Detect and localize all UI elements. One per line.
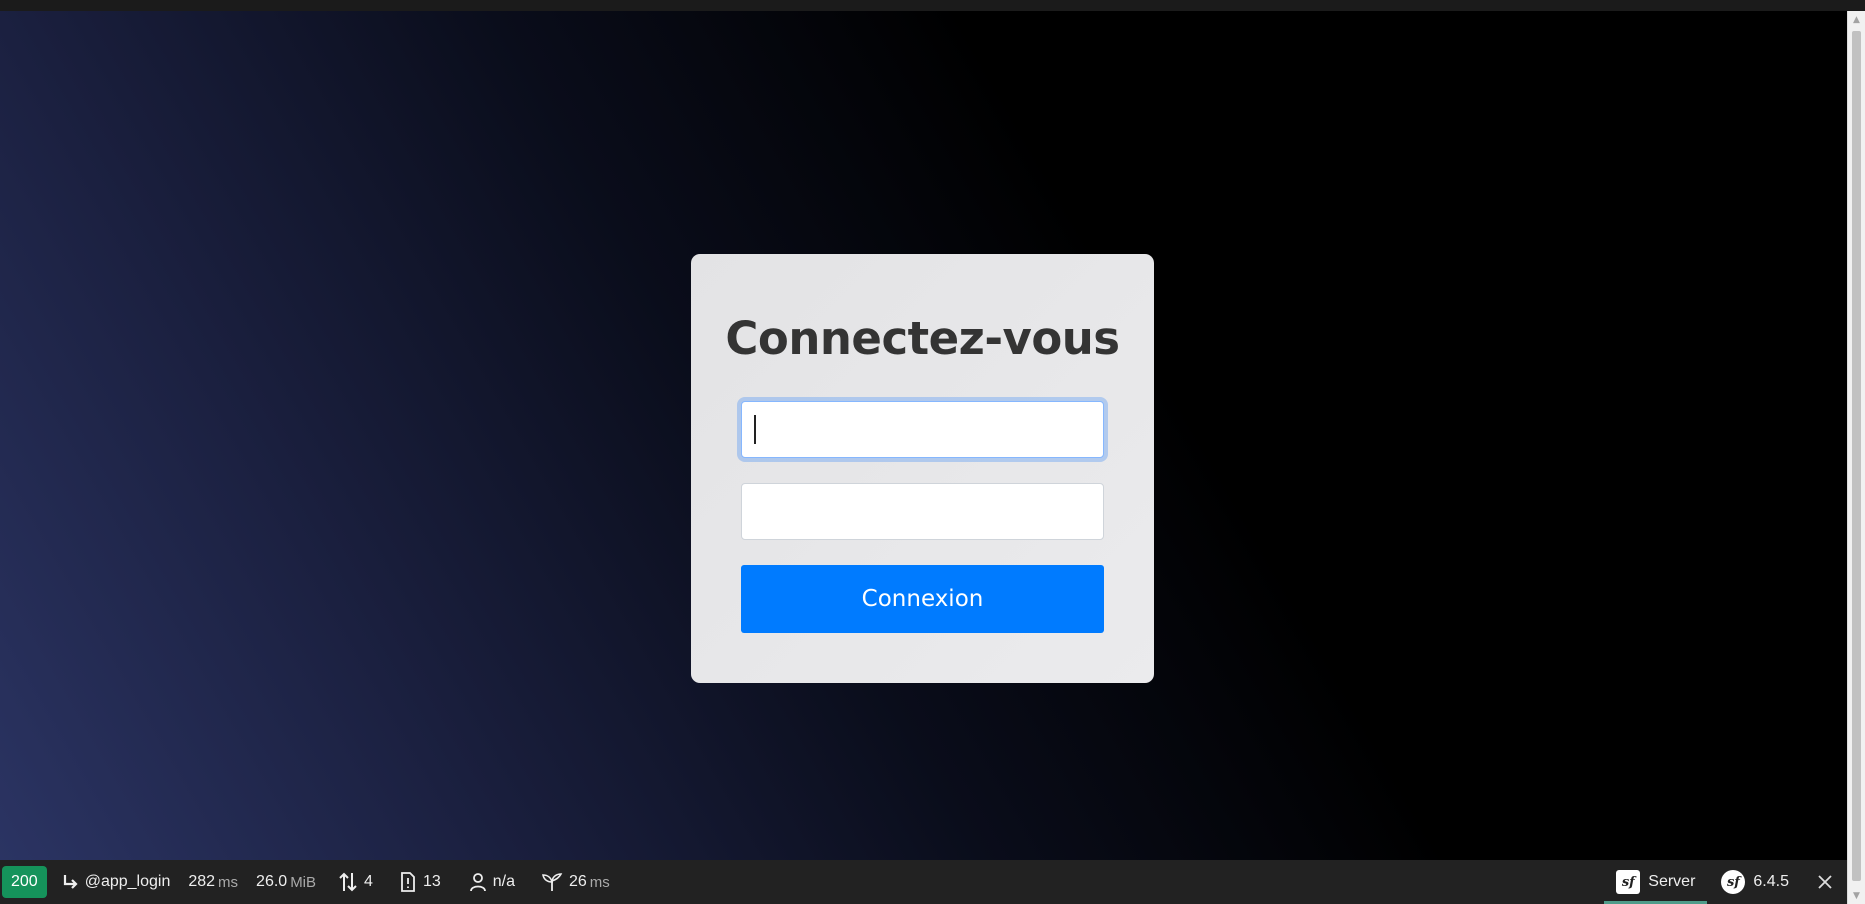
route-item[interactable]: @app_login — [61, 860, 171, 904]
password-input[interactable] — [741, 483, 1104, 540]
memory-value: 26.0 — [256, 873, 288, 890]
server-label: Server — [1648, 873, 1696, 890]
symfony-version: 6.4.5 — [1753, 873, 1789, 890]
status-badge: 200 — [2, 866, 47, 898]
logs-item[interactable]: 13 — [399, 860, 441, 904]
scroll-up-icon[interactable]: ▲ — [1848, 11, 1865, 28]
user-value: n/a — [492, 873, 515, 890]
redirect-arrow-icon — [61, 873, 79, 891]
page-title: Connectez-vous — [725, 312, 1120, 365]
logs-count: 13 — [422, 873, 441, 890]
page-background: Connectez-vous Connexion — [0, 11, 1847, 860]
status-item[interactable]: 200 — [0, 860, 47, 904]
time-item[interactable]: 282 ms — [188, 860, 238, 904]
symfony-logo-icon: sf — [1721, 870, 1746, 894]
memory-unit: MiB — [290, 873, 317, 891]
time-unit: ms — [218, 873, 239, 891]
user-item[interactable]: n/a — [469, 860, 515, 904]
twig-item[interactable]: 26 ms — [541, 860, 610, 904]
server-item[interactable]: sf Server — [1604, 860, 1708, 904]
twig-value: 26 — [568, 873, 587, 890]
close-icon — [1817, 874, 1833, 890]
username-input[interactable] — [741, 401, 1104, 458]
vertical-scrollbar[interactable]: ▲ ▼ — [1847, 11, 1865, 904]
up-down-arrows-icon — [338, 871, 358, 893]
twig-leaf-icon — [541, 872, 563, 892]
memory-item[interactable]: 26.0 MiB — [256, 860, 316, 904]
twig-unit: ms — [589, 873, 610, 891]
user-icon — [469, 872, 487, 892]
debug-toolbar: 200 @app_login 282 ms 26.0 MiB 4 13 n/a — [0, 860, 1847, 904]
log-file-icon — [399, 872, 417, 892]
requests-item[interactable]: 4 — [338, 860, 373, 904]
symfony-version-item[interactable]: sf 6.4.5 — [1721, 860, 1789, 904]
text-caret — [754, 415, 756, 444]
symfony-logo-icon: sf — [1616, 870, 1641, 894]
requests-count: 4 — [364, 873, 373, 890]
scroll-down-icon[interactable]: ▼ — [1848, 887, 1865, 904]
scroll-thumb[interactable] — [1852, 31, 1861, 881]
login-card: Connectez-vous Connexion — [691, 254, 1154, 683]
time-value: 282 — [188, 873, 216, 890]
close-toolbar-button[interactable] — [1817, 860, 1833, 904]
browser-top-strip — [0, 0, 1865, 11]
login-button[interactable]: Connexion — [741, 565, 1104, 633]
route-name: @app_login — [84, 873, 171, 890]
